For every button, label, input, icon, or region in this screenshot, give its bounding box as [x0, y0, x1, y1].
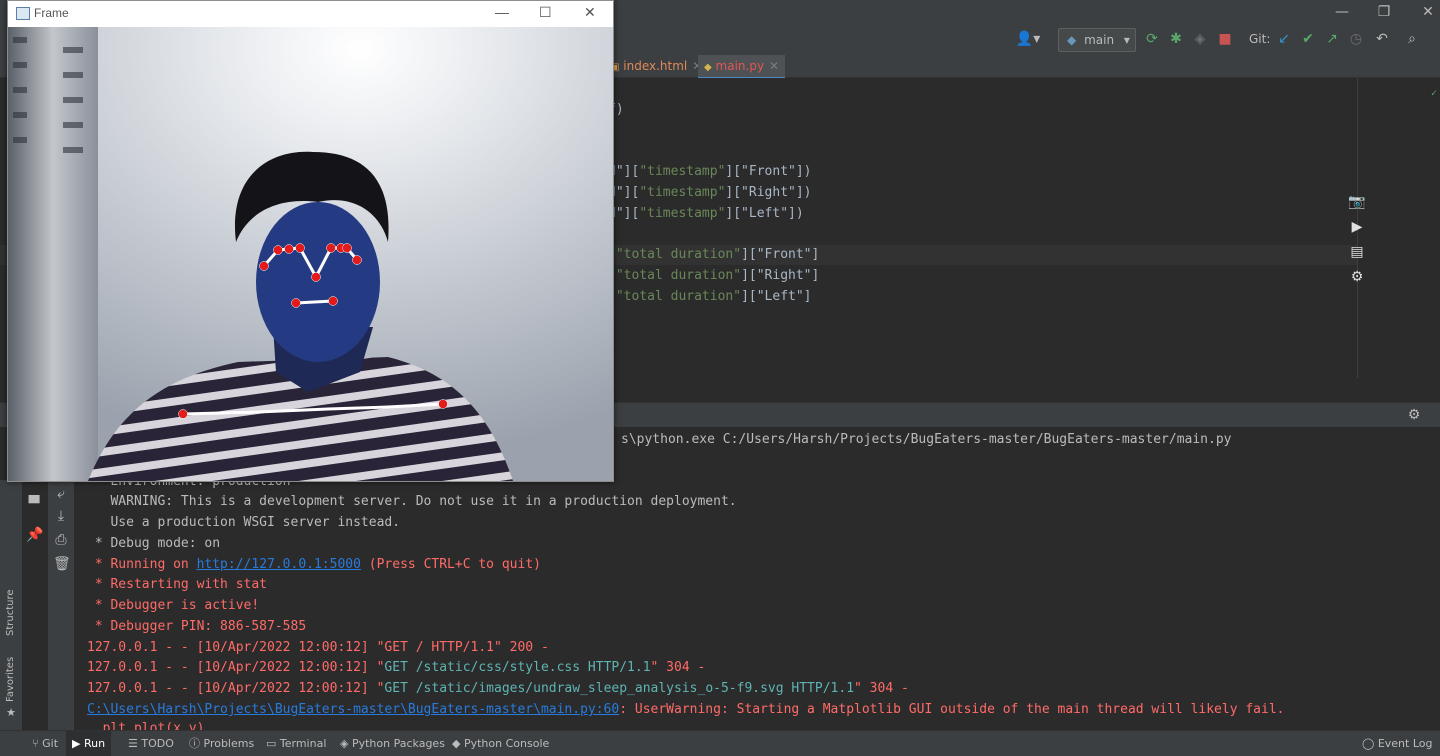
list-icon: ☰: [128, 737, 142, 750]
play-icon: ▶: [72, 737, 84, 750]
webcam-image: [8, 27, 613, 481]
history-icon[interactable]: ◷: [1348, 31, 1364, 47]
code-line: ["total duration"]["Right"]: [608, 268, 820, 283]
source-file-link[interactable]: C:\Users\Harsh\Projects\BugEaters-master…: [87, 702, 619, 717]
soft-wrap-icon[interactable]: ⤶: [53, 486, 69, 502]
structure-tab[interactable]: Structure: [5, 589, 16, 636]
console-line: * Debugger PIN: 886-587-585: [87, 619, 307, 634]
server-url-link[interactable]: http://127.0.0.1:5000: [197, 557, 361, 572]
face: [256, 202, 380, 362]
event-log-icon: ◯: [1362, 737, 1378, 750]
tab-label: index.html: [623, 59, 688, 73]
frame-window[interactable]: Frame — ☐ ✕: [7, 0, 614, 482]
console-line: plt.plot(x,y): [87, 721, 205, 730]
code-line: ["total duration"]["Front"]: [608, 247, 820, 262]
console-line: Use a production WSGI server instead.: [87, 515, 401, 530]
coverage-icon[interactable]: ◈: [1192, 31, 1208, 47]
no-problems-check-icon[interactable]: ✓: [1428, 86, 1440, 102]
trash-icon[interactable]: 🗑: [53, 556, 71, 572]
curtain: [8, 27, 98, 481]
window-restore-icon[interactable]: ❐: [1376, 4, 1392, 20]
rollback-icon[interactable]: ↶: [1374, 31, 1390, 47]
console-line: WARNING: This is a development server. D…: [87, 494, 737, 509]
python-icon: ◆: [1067, 33, 1077, 47]
favorites-tab[interactable]: Favorites: [5, 657, 16, 702]
webcam-frame-svg: [8, 27, 613, 481]
user-icon[interactable]: 👤▾: [1014, 31, 1042, 47]
close-icon[interactable]: ✕: [584, 4, 596, 21]
search-icon[interactable]: ⌕: [1404, 31, 1420, 47]
run-tool-button[interactable]: ▶ Run: [66, 731, 112, 756]
event-log-button[interactable]: ◯ Event Log: [1358, 731, 1436, 756]
window-minimize-icon[interactable]: —: [1334, 4, 1350, 20]
tool-window-bar: ⑂ Git ▶ Run ☰ TODO ⓘ Problems ▭ Terminal…: [0, 730, 1440, 756]
code-line: d"]["timestamp"]["Left"]): [608, 206, 804, 221]
console-line: * Running on http://127.0.0.1:5000 (Pres…: [87, 557, 541, 572]
python-packages-tool-button[interactable]: ◈ Python Packages: [336, 731, 449, 756]
git-branch-icon: ⑂: [32, 737, 43, 750]
problems-tool-button[interactable]: ⓘ Problems: [185, 731, 258, 756]
camera-icon[interactable]: 📷: [1348, 194, 1366, 210]
frame-title: Frame: [34, 6, 69, 20]
terminal-icon: ▭: [266, 737, 280, 750]
tab-index-html[interactable]: ▣ index.html✕: [604, 55, 708, 77]
rerun-icon[interactable]: ⟳: [1144, 31, 1160, 47]
run-tool-actions: ⤶ ⤓ ⎙ 🗑: [48, 480, 74, 730]
code-line: d"]["timestamp"]["Right"]): [608, 185, 812, 200]
git-label: Git:: [1249, 32, 1271, 46]
tab-main-py[interactable]: ◆ main.py ✕: [698, 55, 786, 79]
chevron-down-icon: ▾: [1123, 33, 1130, 47]
window-close-icon[interactable]: ✕: [1420, 4, 1436, 20]
layout-icon[interactable]: ▀: [26, 496, 42, 512]
git-update-icon[interactable]: ↙: [1276, 31, 1292, 47]
code-line: ["total duration"]["Left"]: [608, 289, 812, 304]
frame-titlebar[interactable]: Frame — ☐ ✕: [8, 1, 613, 27]
todo-tool-button[interactable]: ☰ TODO: [124, 731, 178, 756]
gallery-icon[interactable]: ▤: [1348, 244, 1366, 260]
code-line: d"]["timestamp"]["Front"]): [608, 164, 812, 179]
console-line: * Debug mode: on: [87, 536, 221, 551]
python-icon: ◆: [452, 737, 464, 750]
stop-icon[interactable]: ■: [1217, 31, 1233, 47]
console-line: 127.0.0.1 - - [10/Apr/2022 12:00:12] "GE…: [87, 660, 706, 675]
settings-gear-icon[interactable]: ⚙: [1406, 407, 1422, 423]
debug-icon[interactable]: ✱: [1168, 31, 1184, 47]
video-icon[interactable]: ▶: [1348, 219, 1366, 235]
close-icon[interactable]: ✕: [769, 59, 779, 73]
left-tool-strip: Structure Favorites ★: [0, 480, 22, 730]
console-line: * Restarting with stat: [87, 577, 268, 592]
pin-icon[interactable]: 📌: [26, 527, 43, 543]
maximize-icon[interactable]: ☐: [539, 4, 552, 21]
packages-icon: ◈: [340, 737, 352, 750]
info-icon: ⓘ: [189, 737, 204, 750]
python-console-tool-button[interactable]: ◆ Python Console: [448, 731, 553, 756]
settings-gear-icon[interactable]: ⚙: [1348, 269, 1366, 285]
print-icon[interactable]: ⎙: [53, 532, 69, 548]
app-icon: [16, 7, 30, 20]
terminal-tool-button[interactable]: ▭ Terminal: [262, 731, 330, 756]
console-line: C:\Users\Harsh\Projects\BugEaters-master…: [87, 702, 1285, 717]
git-push-icon[interactable]: ↗: [1324, 31, 1340, 47]
python-file-icon: ◆: [704, 62, 712, 73]
run-config-select[interactable]: ◆ main ▾: [1058, 28, 1136, 52]
console-command: s\python.exe C:/Users/Harsh/Projects/Bug…: [621, 432, 1232, 447]
console-line: * Debugger is active!: [87, 598, 260, 613]
console-line: 127.0.0.1 - - [10/Apr/2022 12:00:12] "GE…: [87, 640, 549, 655]
tab-label: main.py: [715, 59, 765, 73]
run-config-label: main: [1084, 33, 1115, 47]
console-line: 127.0.0.1 - - [10/Apr/2022 12:00:12] "GE…: [87, 681, 909, 696]
star-icon[interactable]: ★: [3, 705, 19, 721]
git-tool-button[interactable]: ⑂ Git: [28, 731, 62, 756]
git-commit-icon[interactable]: ✔: [1300, 31, 1316, 47]
minimize-icon[interactable]: —: [495, 4, 509, 20]
scroll-to-end-icon[interactable]: ⤓: [53, 508, 69, 524]
